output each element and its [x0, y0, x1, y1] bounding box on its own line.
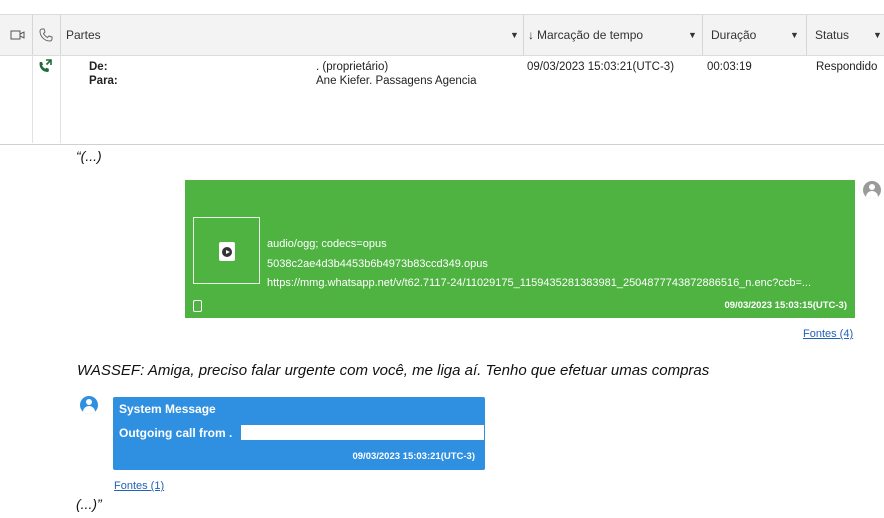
column-divider	[60, 55, 61, 143]
sources-link[interactable]: Fontes (4)	[803, 328, 853, 340]
attachment-mime: audio/ogg; codecs=opus	[267, 238, 387, 250]
column-divider	[702, 15, 703, 55]
audio-file-icon	[219, 242, 235, 261]
call-timestamp: 09/03/2023 15:03:21(UTC-3)	[527, 61, 675, 73]
outgoing-call-icon	[39, 59, 52, 72]
column-header-label: Duração	[711, 28, 757, 42]
phone-icon	[39, 28, 53, 42]
system-message-body: Outgoing call from .	[119, 426, 233, 440]
from-value: . (proprietário)	[316, 61, 389, 73]
column-header-status[interactable]: Status	[815, 15, 849, 55]
redaction-box	[241, 425, 484, 440]
quote-open: “(...)	[76, 148, 102, 164]
column-header-marcacao[interactable]: ↓ Marcação de tempo	[528, 15, 643, 55]
system-message-title: System Message	[119, 402, 216, 416]
video-camera-icon	[10, 30, 25, 40]
column-header-label: Status	[815, 28, 850, 42]
transcript-text: WASSEF: Amiga, preciso falar urgente com…	[77, 362, 710, 379]
call-column-header[interactable]	[38, 15, 54, 55]
sort-dropdown-icon[interactable]: ▼	[873, 30, 882, 40]
user-avatar-icon	[863, 181, 881, 199]
call-status: Respondido	[816, 61, 878, 73]
call-duration: 00:03:19	[707, 61, 752, 73]
system-message-timestamp: 09/03/2023 15:03:21(UTC-3)	[352, 451, 475, 462]
table-row[interactable]: De: Para: . (proprietário) Ane Kiefer. P…	[0, 55, 884, 143]
column-divider	[60, 15, 61, 55]
sort-arrow-down-icon: ↓	[528, 28, 534, 42]
from-label: De:	[89, 61, 108, 73]
column-divider	[806, 15, 807, 55]
to-label: Para:	[89, 75, 118, 87]
video-column-header[interactable]	[10, 15, 26, 55]
calls-table: Partes ▼ ↓ Marcação de tempo ▼ Duração ▼…	[0, 0, 884, 145]
column-header-partes[interactable]: Partes	[66, 15, 101, 55]
attachment-filename: 5038c2ae4d3b4453b6b4973b83ccd349.opus	[267, 258, 488, 270]
attachment-url[interactable]: https://mmg.whatsapp.net/v/t62.7117-24/1…	[267, 277, 847, 289]
sort-dropdown-icon[interactable]: ▼	[688, 30, 697, 40]
column-divider	[32, 55, 33, 143]
sources-link[interactable]: Fontes (1)	[114, 480, 164, 492]
column-header-label: Marcação de tempo	[537, 28, 644, 42]
audio-message-bubble: audio/ogg; codecs=opus 5038c2ae4d3b4453b…	[185, 180, 855, 318]
to-value: Ane Kiefer. Passagens Agencia	[316, 75, 477, 87]
table-header: Partes ▼ ↓ Marcação de tempo ▼ Duração ▼…	[0, 14, 884, 56]
column-header-duracao[interactable]: Duração	[711, 15, 756, 55]
system-avatar-icon	[80, 396, 98, 414]
quote-close: (...)”	[76, 496, 102, 512]
mobile-device-icon	[193, 300, 202, 312]
attachment-thumbnail[interactable]	[193, 217, 260, 284]
sort-dropdown-icon[interactable]: ▼	[790, 30, 799, 40]
message-timestamp: 09/03/2023 15:03:15(UTC-3)	[724, 300, 847, 311]
sort-dropdown-icon[interactable]: ▼	[510, 30, 519, 40]
column-divider	[32, 15, 33, 55]
column-header-label: Partes	[66, 28, 101, 42]
column-divider	[523, 15, 524, 55]
system-message-bubble: System Message Outgoing call from . 09/0…	[113, 397, 485, 470]
